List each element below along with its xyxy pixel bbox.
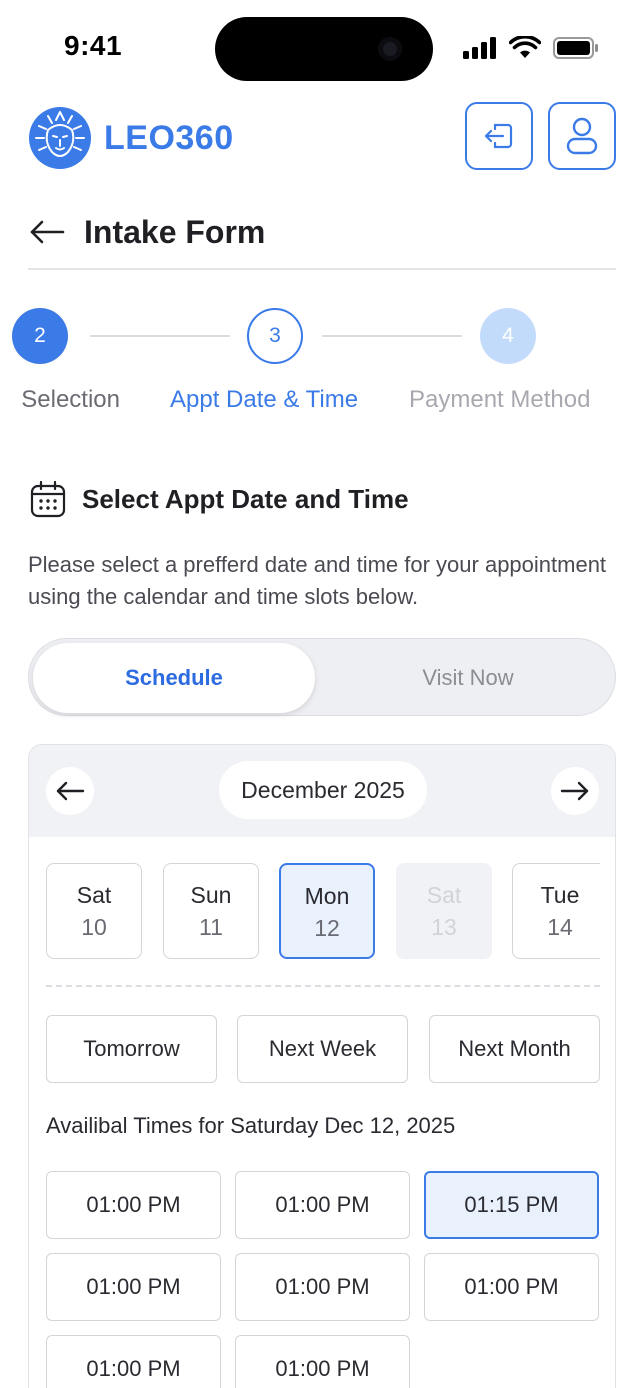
tomorrow-button[interactable]: Tomorrow (46, 1015, 217, 1083)
calendar-card: December 2025 Sat 10 Sun 11 Mon 12 Sat 1… (28, 744, 616, 1388)
user-icon (566, 117, 598, 155)
calendar-header: December 2025 (29, 745, 615, 837)
day-date: 14 (547, 914, 573, 940)
brand-logo[interactable]: LEO360 (28, 106, 234, 170)
time-slot[interactable]: 01:00 PM (46, 1253, 221, 1321)
section-description: Please select a prefferd date and time f… (28, 552, 607, 609)
cellular-signal-icon (463, 37, 496, 59)
day-name: Mon (304, 883, 350, 909)
day-card[interactable]: Sun 11 (163, 863, 259, 959)
camera-icon (378, 37, 402, 61)
back-arrow-icon[interactable] (28, 218, 66, 246)
time-slot[interactable]: 01:00 PM (235, 1171, 410, 1239)
app-header: LEO360 (28, 102, 618, 172)
next-month-button[interactable] (551, 767, 599, 815)
day-date: 10 (81, 914, 107, 940)
previous-month-button[interactable] (46, 767, 94, 815)
arrow-left-icon (56, 781, 85, 801)
step-4-indicator: 4 (480, 308, 536, 364)
logout-button[interactable] (465, 102, 533, 170)
section-title: Select Appt Date and Time (82, 483, 409, 514)
day-name: Sat (426, 882, 462, 908)
available-times-label: Availibal Times for Saturday Dec 12, 202… (46, 1113, 456, 1138)
brand-name: LEO360 (104, 118, 234, 157)
section-header: Select Appt Date and Time (30, 480, 409, 518)
schedule-option[interactable]: Schedule (33, 643, 315, 713)
schedule-toggle: Schedule Visit Now (28, 638, 616, 716)
status-icons (463, 36, 599, 60)
next-week-button[interactable]: Next Week (237, 1015, 408, 1083)
logout-icon (484, 123, 513, 149)
day-name: Sat (76, 882, 112, 908)
visit-now-option[interactable]: Visit Now (327, 643, 609, 713)
arrow-right-icon (560, 781, 589, 801)
day-name: Sun (190, 882, 232, 908)
wifi-icon (509, 36, 541, 58)
quick-pick-row: Tomorrow Next Week Next Month (46, 1015, 600, 1083)
time-slot[interactable]: 01:00 PM (235, 1335, 410, 1388)
step-4-label: Payment Method (409, 386, 591, 413)
step-2-indicator[interactable]: 2 (12, 308, 68, 364)
day-card-selected[interactable]: Mon 12 (279, 863, 375, 959)
step-connector (322, 335, 462, 337)
next-month-button[interactable]: Next Month (429, 1015, 600, 1083)
time-slot[interactable]: 01:00 PM (235, 1253, 410, 1321)
day-date: 12 (314, 915, 340, 941)
day-strip: Sat 10 Sun 11 Mon 12 Sat 13 Tue 14 (46, 863, 600, 961)
time-slot[interactable]: 01:00 PM (424, 1253, 599, 1321)
calendar-icon (30, 480, 66, 518)
profile-button[interactable] (548, 102, 616, 170)
day-date: 13 (431, 914, 457, 940)
time-slot[interactable]: 01:00 PM (46, 1171, 221, 1239)
current-month[interactable]: December 2025 (219, 761, 427, 819)
day-card[interactable]: Sat 10 (46, 863, 142, 959)
time-slot[interactable]: 01:00 PM (46, 1335, 221, 1388)
page-header: Intake Form (28, 206, 618, 258)
day-date: 11 (199, 914, 223, 940)
step-2-label: Selection (21, 386, 120, 413)
status-time: 9:41 (64, 30, 123, 61)
step-connector (90, 335, 230, 337)
header-divider (28, 268, 616, 270)
lion-logo-icon (29, 107, 91, 169)
day-card-disabled: Sat 13 (396, 863, 492, 959)
day-name: Tue (540, 882, 580, 908)
step-3-indicator[interactable]: 3 (247, 308, 303, 364)
progress-stepper: 2 3 4 Selection Appt Date & Time Payment… (0, 290, 643, 430)
step-3-label: Appt Date & Time (170, 386, 359, 413)
page-title: Intake Form (84, 213, 266, 250)
battery-icon (553, 37, 598, 59)
time-slot-selected[interactable]: 01:15 PM (424, 1171, 599, 1239)
status-bar: 9:41 (0, 0, 643, 96)
dashed-divider (46, 985, 600, 987)
day-card[interactable]: Tue 14 (512, 863, 600, 959)
